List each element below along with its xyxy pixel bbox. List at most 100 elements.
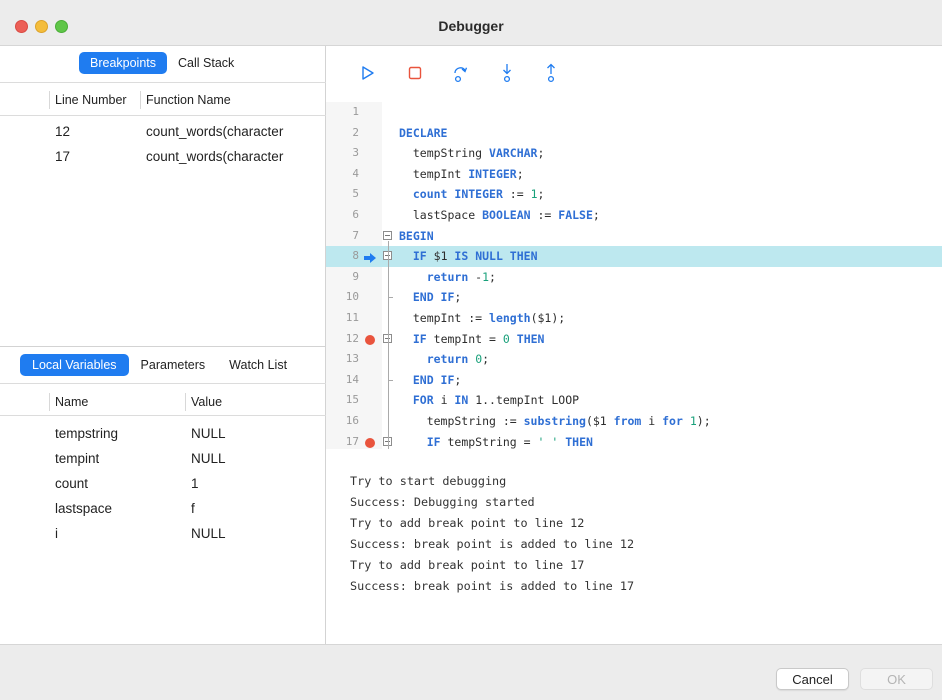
line-number[interactable]: 5 (326, 184, 359, 205)
code-line[interactable]: 3 tempString VARCHAR; (326, 143, 942, 164)
variables-segmented-control: Local Variables Parameters Watch List (20, 354, 299, 376)
code-line[interactable]: 11 tempInt := length($1); (326, 308, 942, 329)
variable-name: tempstring (55, 426, 119, 441)
column-value[interactable]: Value (191, 395, 222, 409)
breakpoint-row[interactable]: 17 count_words(character (0, 146, 326, 171)
breakpoint-function: count_words(character (146, 124, 284, 139)
code-line[interactable]: 12 IF tempInt = 0 THEN (326, 329, 942, 350)
stop-button[interactable] (404, 62, 426, 84)
breakpoint-icon[interactable] (365, 437, 375, 448)
variable-row[interactable]: lastspace f (0, 498, 326, 523)
tab-call-stack[interactable]: Call Stack (167, 52, 245, 74)
code-text: return -1; (426, 269, 496, 284)
line-number[interactable]: 2 (326, 123, 359, 144)
tab-parameters[interactable]: Parameters (129, 354, 218, 376)
code-line[interactable]: 2 DECLARE (326, 123, 942, 144)
breakpoint-icon[interactable] (365, 334, 375, 345)
breakpoint-row[interactable]: 12 count_words(character (0, 121, 326, 146)
console-line: Success: break point is added to line 17 (350, 579, 635, 593)
line-number[interactable]: 13 (326, 349, 359, 370)
code-line[interactable]: 5 count INTEGER := 1; (326, 184, 942, 205)
stop-icon (408, 66, 422, 80)
line-number[interactable]: 16 (326, 411, 359, 432)
code-editor[interactable]: 1 2 DECLARE 3 tempString VARCHAR; 4 tempInt … (326, 102, 942, 450)
play-icon (362, 66, 374, 80)
variable-row[interactable]: tempint NULL (0, 448, 326, 473)
column-separator (140, 91, 141, 109)
code-line[interactable]: 17 IF tempString = ' ' THEN (326, 432, 942, 449)
line-number[interactable]: 17 (326, 432, 359, 449)
console-line: Success: Debugging started (350, 495, 535, 509)
step-into-button[interactable] (496, 62, 518, 84)
code-line[interactable]: 9 return -1; (326, 267, 942, 288)
variable-value: NULL (191, 451, 226, 466)
tab-breakpoints[interactable]: Breakpoints (79, 52, 168, 74)
step-into-icon (503, 64, 511, 83)
code-text: tempInt := length($1); (399, 311, 566, 325)
right-panel: 1 2 DECLARE 3 tempString VARCHAR; 4 tempInt … (326, 46, 942, 644)
divider (0, 415, 326, 416)
variable-row[interactable]: tempstring NULL (0, 423, 326, 448)
code-text: count INTEGER := 1; (412, 187, 545, 202)
console-line: Try to start debugging (350, 474, 507, 488)
cancel-button[interactable]: Cancel (776, 668, 849, 690)
code-text: lastSpace BOOLEAN := FALSE; (399, 208, 600, 222)
line-number[interactable]: 15 (326, 390, 359, 411)
line-number[interactable]: 12 (326, 329, 359, 350)
code-line[interactable]: 14 END IF; (326, 370, 942, 391)
code-line[interactable]: 16 tempString := substring($1 from i for… (326, 411, 942, 432)
line-number[interactable]: 7 (326, 226, 359, 247)
ok-button[interactable]: OK (860, 668, 933, 690)
line-number[interactable]: 6 (326, 205, 359, 226)
code-line[interactable]: 13 return 0; (326, 349, 942, 370)
variable-name: i (55, 526, 58, 541)
line-number[interactable]: 8 (326, 246, 359, 267)
column-separator (49, 393, 50, 411)
column-line-number[interactable]: Line Number (55, 93, 127, 107)
tab-local-variables[interactable]: Local Variables (20, 354, 129, 376)
code-text: BEGIN (399, 228, 434, 243)
variable-name: count (55, 476, 89, 491)
code-line[interactable]: 8 IF $1 IS NULL THEN (326, 246, 942, 267)
line-number[interactable]: 3 (326, 143, 359, 164)
breakpoint-line: 17 (55, 149, 71, 164)
line-number[interactable]: 11 (326, 308, 359, 329)
column-name[interactable]: Name (55, 395, 88, 409)
code-text: tempInt INTEGER; (399, 166, 524, 181)
code-line[interactable]: 6 lastSpace BOOLEAN := FALSE; (326, 205, 942, 226)
code-line[interactable]: 10 END IF; (326, 287, 942, 308)
continue-button[interactable] (357, 62, 379, 84)
code-line[interactable]: 15 FOR i IN 1..tempInt LOOP (326, 390, 942, 411)
variable-value: NULL (191, 526, 226, 541)
column-function-name[interactable]: Function Name (146, 93, 231, 107)
console-line: Success: break point is added to line 12 (350, 537, 635, 551)
line-number[interactable]: 4 (326, 164, 359, 185)
debug-console: Try to start debugging Success: Debugging… (326, 449, 942, 644)
breakpoints-table-header: Line Number Function Name (0, 87, 326, 113)
line-number[interactable]: 10 (326, 287, 359, 308)
variable-row[interactable]: count 1 (0, 473, 326, 498)
code-text: tempString := substring($1 from i for 1)… (399, 414, 711, 428)
left-panel: Breakpoints Call Stack Line Number Funct… (0, 46, 326, 644)
variable-value: f (191, 501, 195, 516)
variable-row[interactable]: i NULL (0, 523, 326, 548)
step-over-button[interactable] (449, 62, 471, 84)
line-number[interactable]: 1 (326, 102, 359, 123)
code-line[interactable]: 1 (326, 102, 942, 123)
code-text: END IF; (412, 372, 462, 387)
code-line[interactable]: 4 tempInt INTEGER; (326, 164, 942, 185)
divider (0, 383, 326, 384)
divider (0, 115, 326, 116)
line-number[interactable]: 14 (326, 370, 359, 391)
line-number[interactable]: 9 (326, 267, 359, 288)
code-text: tempString VARCHAR; (399, 146, 545, 161)
code-text: DECLARE (399, 125, 448, 140)
code-text: IF tempInt = 0 THEN (412, 331, 545, 346)
fold-guide (388, 379, 393, 381)
step-out-button[interactable] (540, 62, 562, 84)
breakpoint-line: 12 (55, 124, 71, 139)
tab-watch-list[interactable]: Watch List (217, 354, 299, 376)
fold-toggle-icon[interactable] (383, 230, 392, 240)
code-line[interactable]: 7 BEGIN (326, 226, 942, 247)
code-text: return 0; (426, 352, 490, 367)
